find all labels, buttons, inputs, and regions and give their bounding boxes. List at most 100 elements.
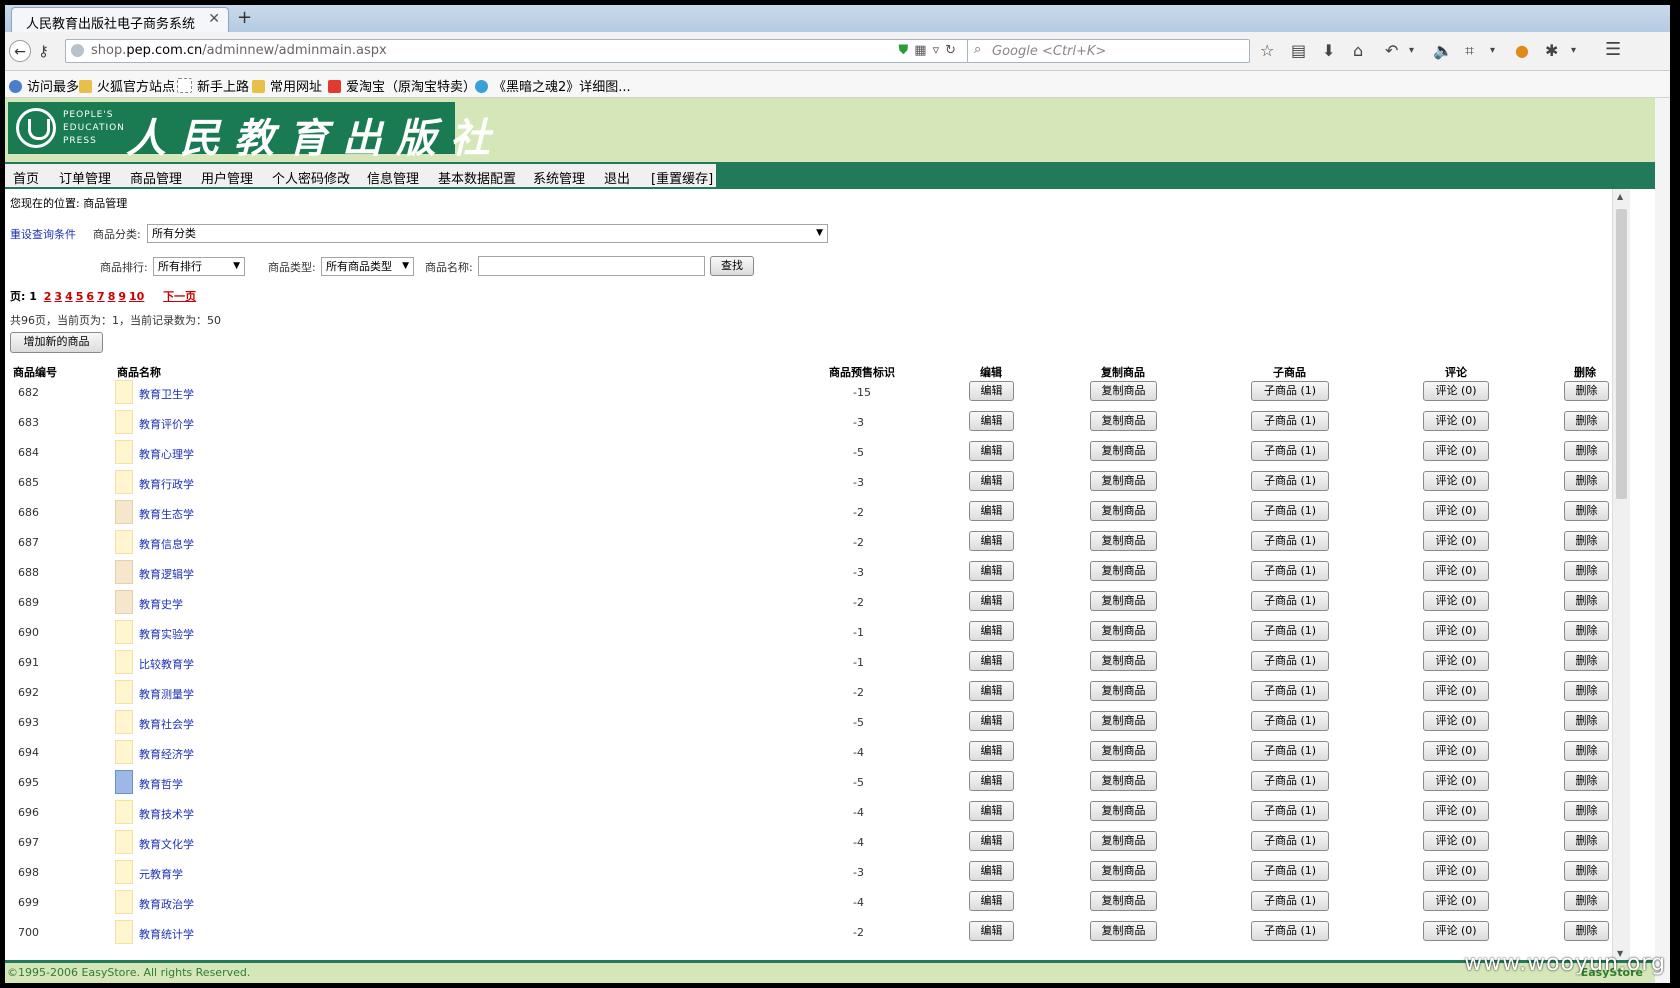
copy-product-button[interactable]: 复制商品 [1090, 411, 1157, 431]
sub-product-button[interactable]: 子商品 (1) [1251, 591, 1329, 611]
edit-button[interactable]: 编辑 [969, 471, 1014, 491]
copy-product-button[interactable]: 复制商品 [1090, 921, 1157, 941]
page-scrollbar[interactable] [1655, 98, 1670, 983]
shield-icon[interactable]: ⛊ [899, 43, 915, 58]
bookmark-item[interactable]: 火狐官方站点 [79, 76, 175, 95]
home-icon[interactable]: ⌂ [1353, 41, 1363, 60]
copy-product-button[interactable]: 复制商品 [1090, 651, 1157, 671]
avatar-icon[interactable]: ● [1515, 41, 1529, 60]
qr-icon[interactable]: ▦ [914, 43, 932, 58]
sub-product-button[interactable]: 子商品 (1) [1251, 441, 1329, 461]
edit-button[interactable]: 编辑 [969, 711, 1014, 731]
edit-button[interactable]: 编辑 [969, 561, 1014, 581]
close-tab-icon[interactable]: ✕ [208, 11, 220, 27]
sub-product-button[interactable]: 子商品 (1) [1251, 621, 1329, 641]
pager-link[interactable]: 6 [86, 290, 94, 303]
menu-item-orders[interactable]: 订单管理 [59, 168, 111, 187]
chevron-down-icon[interactable]: ▾ [1490, 45, 1495, 56]
edit-button[interactable]: 编辑 [969, 831, 1014, 851]
sub-product-button[interactable]: 子商品 (1) [1251, 921, 1329, 941]
bookmark-item[interactable]: 爱淘宝（原淘宝特卖） [328, 76, 476, 95]
add-product-button[interactable]: 增加新的商品 [10, 332, 103, 353]
edit-button[interactable]: 编辑 [969, 411, 1014, 431]
comment-button[interactable]: 评论 (0) [1423, 591, 1489, 611]
sub-product-button[interactable]: 子商品 (1) [1251, 891, 1329, 911]
bookmark-item[interactable]: 访问最多 [9, 76, 79, 95]
copy-product-button[interactable]: 复制商品 [1090, 771, 1157, 791]
edit-button[interactable]: 编辑 [969, 441, 1014, 461]
bookmark-item[interactable]: 常用网址 [252, 76, 322, 95]
delete-button[interactable]: 删除 [1564, 591, 1609, 611]
sub-product-button[interactable]: 子商品 (1) [1251, 381, 1329, 401]
bookmark-item[interactable]: 《黑暗之魂2》详细图... [475, 76, 631, 95]
delete-button[interactable]: 删除 [1564, 501, 1609, 521]
comment-button[interactable]: 评论 (0) [1423, 441, 1489, 461]
copy-product-button[interactable]: 复制商品 [1090, 501, 1157, 521]
product-name-link[interactable]: 教育经济学 [139, 746, 194, 762]
site-logo[interactable]: PEOPLE'S EDUCATION PRESS 人民教育出版社 [8, 102, 490, 162]
pager-link[interactable]: 7 [97, 290, 105, 303]
download-icon[interactable]: ⬇ [1322, 41, 1335, 60]
product-name-link[interactable]: 教育文化学 [139, 836, 194, 852]
comment-button[interactable]: 评论 (0) [1423, 831, 1489, 851]
delete-button[interactable]: 删除 [1564, 381, 1609, 401]
comment-button[interactable]: 评论 (0) [1423, 471, 1489, 491]
delete-button[interactable]: 删除 [1564, 711, 1609, 731]
key-icon[interactable]: ⚷ [38, 42, 49, 60]
copy-product-button[interactable]: 复制商品 [1090, 711, 1157, 731]
comment-button[interactable]: 评论 (0) [1423, 411, 1489, 431]
search-input[interactable]: Google <Ctrl+K> [992, 44, 1106, 59]
volume-icon[interactable]: 🔈 [1433, 41, 1453, 60]
delete-button[interactable]: 删除 [1564, 801, 1609, 821]
comment-button[interactable]: 评论 (0) [1423, 741, 1489, 761]
addon-icon[interactable]: ✱ [1545, 41, 1558, 60]
edit-button[interactable]: 编辑 [969, 891, 1014, 911]
pager-link[interactable]: 3 [54, 290, 62, 303]
copy-product-button[interactable]: 复制商品 [1090, 891, 1157, 911]
sub-product-button[interactable]: 子商品 (1) [1251, 861, 1329, 881]
menu-item-reset-cache[interactable]: [重置缓存] [651, 168, 713, 187]
comment-button[interactable]: 评论 (0) [1423, 771, 1489, 791]
browser-tab[interactable]: 人民教育出版社电子商务系统 ✕ [11, 7, 229, 32]
menu-item-products[interactable]: 商品管理 [130, 168, 182, 187]
comment-button[interactable]: 评论 (0) [1423, 381, 1489, 401]
product-name-link[interactable]: 比较教育学 [139, 656, 194, 672]
pager-link[interactable]: 2 [44, 290, 52, 303]
delete-button[interactable]: 删除 [1564, 861, 1609, 881]
comment-button[interactable]: 评论 (0) [1423, 921, 1489, 941]
edit-button[interactable]: 编辑 [969, 651, 1014, 671]
edit-button[interactable]: 编辑 [969, 921, 1014, 941]
copy-product-button[interactable]: 复制商品 [1090, 441, 1157, 461]
product-name-link[interactable]: 教育实验学 [139, 626, 194, 642]
copy-product-button[interactable]: 复制商品 [1090, 621, 1157, 641]
product-name-link[interactable]: 教育评价学 [139, 416, 194, 432]
edit-button[interactable]: 编辑 [969, 531, 1014, 551]
name-input[interactable] [478, 256, 705, 276]
product-name-link[interactable]: 教育信息学 [139, 536, 194, 552]
product-name-link[interactable]: 教育行政学 [139, 476, 194, 492]
sub-product-button[interactable]: 子商品 (1) [1251, 831, 1329, 851]
product-name-link[interactable]: 元教育学 [139, 866, 183, 882]
menu-item-basedata[interactable]: 基本数据配置 [438, 168, 516, 187]
copy-product-button[interactable]: 复制商品 [1090, 741, 1157, 761]
copy-product-button[interactable]: 复制商品 [1090, 801, 1157, 821]
sub-product-button[interactable]: 子商品 (1) [1251, 471, 1329, 491]
copy-product-button[interactable]: 复制商品 [1090, 681, 1157, 701]
copy-product-button[interactable]: 复制商品 [1090, 561, 1157, 581]
product-name-link[interactable]: 教育统计学 [139, 926, 194, 942]
type-select[interactable]: 所有商品类型 ▼ [321, 257, 414, 276]
menu-item-home[interactable]: 首页 [13, 168, 39, 187]
menu-icon[interactable]: ☰ [1605, 39, 1621, 60]
comment-button[interactable]: 评论 (0) [1423, 711, 1489, 731]
product-name-link[interactable]: 教育逻辑学 [139, 566, 194, 582]
sub-product-button[interactable]: 子商品 (1) [1251, 561, 1329, 581]
pager-link[interactable]: 4 [65, 290, 73, 303]
edit-button[interactable]: 编辑 [969, 801, 1014, 821]
comment-button[interactable]: 评论 (0) [1423, 801, 1489, 821]
menu-item-info[interactable]: 信息管理 [367, 168, 419, 187]
comment-button[interactable]: 评论 (0) [1423, 531, 1489, 551]
copy-product-button[interactable]: 复制商品 [1090, 531, 1157, 551]
next-page-link[interactable]: 下一页 [163, 290, 196, 303]
edit-button[interactable]: 编辑 [969, 771, 1014, 791]
product-name-link[interactable]: 教育技术学 [139, 806, 194, 822]
